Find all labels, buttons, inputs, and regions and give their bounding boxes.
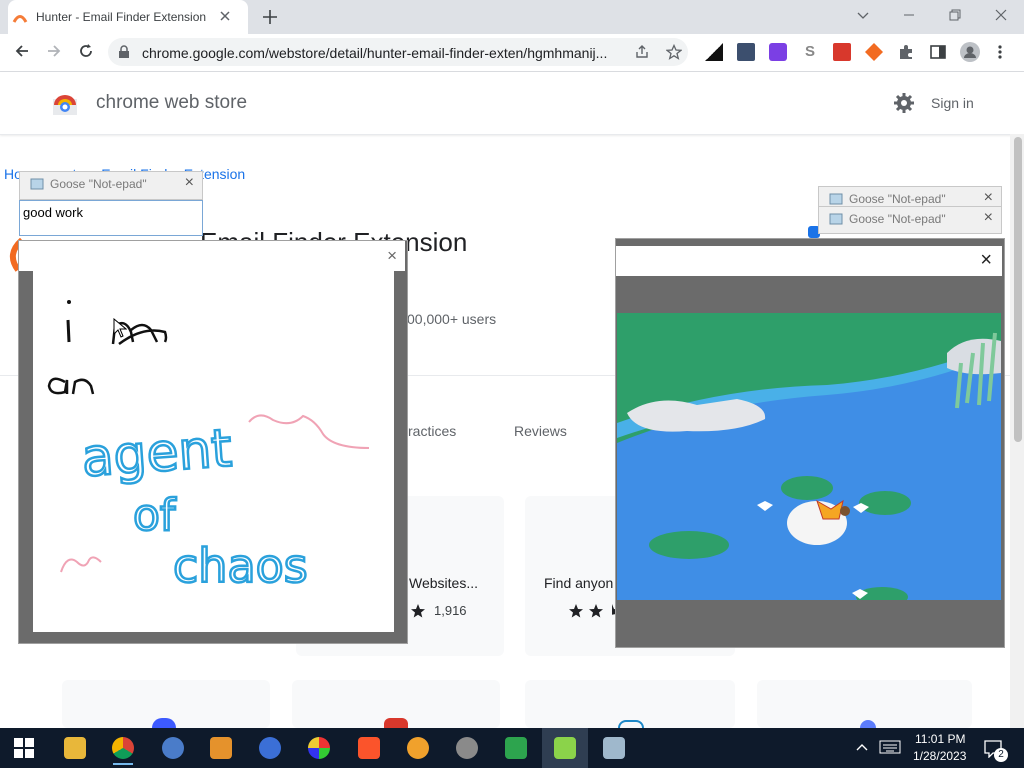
drawing-window-titlebar[interactable]: × xyxy=(19,241,405,271)
pond-image xyxy=(617,313,1001,600)
notepad-icon xyxy=(30,177,44,191)
plus-icon xyxy=(263,10,277,24)
close-icon[interactable]: × xyxy=(984,209,993,227)
close-icon[interactable]: × xyxy=(387,246,397,266)
extension-red-icon[interactable] xyxy=(833,43,851,61)
back-icon[interactable] xyxy=(13,42,31,60)
drawing-stroke xyxy=(66,319,71,343)
app-icon[interactable] xyxy=(456,737,478,759)
store-title[interactable]: chrome web store xyxy=(96,92,247,114)
new-tab-button[interactable] xyxy=(260,7,280,27)
card-title[interactable]: Websites... xyxy=(409,575,478,591)
notepad-title: Goose "Not-epad" xyxy=(50,177,147,191)
lock-icon[interactable] xyxy=(118,45,130,59)
app-icon[interactable] xyxy=(210,737,232,759)
profile-avatar-icon[interactable] xyxy=(960,42,980,62)
notepad-title: Goose "Not-epad" xyxy=(849,212,946,226)
url-text[interactable]: chrome.google.com/webstore/detail/hunter… xyxy=(142,45,607,61)
notepad-app-icon[interactable] xyxy=(603,737,625,759)
sign-in-link[interactable]: Sign in xyxy=(931,95,974,111)
goose-notepad-titlebar[interactable]: Goose "Not-epad" × xyxy=(19,171,203,200)
notification-badge: 2 xyxy=(994,748,1008,762)
hunter-favicon-icon xyxy=(12,9,28,25)
extensions-puzzle-icon[interactable] xyxy=(897,43,915,61)
notepad-text[interactable]: good work xyxy=(23,205,83,220)
goose-notepad-titlebar[interactable]: Goose "Not-epad" × xyxy=(818,206,1002,234)
active-app-indicator xyxy=(113,763,133,765)
clock-time[interactable]: 11:01 PM xyxy=(915,732,965,746)
star-icon xyxy=(410,603,426,619)
share-icon[interactable] xyxy=(634,44,650,60)
card-logo-icon xyxy=(384,718,408,728)
close-icon[interactable]: × xyxy=(980,249,992,272)
extension-v-icon[interactable] xyxy=(769,43,787,61)
windows-start-icon[interactable] xyxy=(14,738,34,758)
bookmark-star-icon[interactable] xyxy=(666,44,682,60)
app-icon[interactable] xyxy=(505,737,527,759)
tab-search-icon[interactable] xyxy=(855,7,871,23)
brave-icon[interactable] xyxy=(358,737,380,759)
chevron-up-icon[interactable] xyxy=(855,742,869,752)
app-icon[interactable] xyxy=(407,737,429,759)
chromium-icon[interactable] xyxy=(259,737,281,759)
tab-reviews[interactable]: Reviews xyxy=(514,423,567,439)
notepad-icon xyxy=(829,192,843,206)
drawing-stroke xyxy=(248,414,370,449)
app-icon[interactable] xyxy=(308,737,330,759)
drawing-stroke xyxy=(47,377,95,395)
drawing-canvas: agent of chaos i man xyxy=(33,270,394,632)
rating-count: 1,916 xyxy=(434,603,467,618)
card-logo-icon xyxy=(618,720,644,728)
drawing-stroke xyxy=(67,300,71,304)
tab-close-icon[interactable] xyxy=(218,9,232,23)
restore-button[interactable] xyxy=(947,7,963,23)
tab-title: Hunter - Email Finder Extension xyxy=(36,10,207,24)
card-logo-icon xyxy=(152,718,176,728)
star-rating-icon xyxy=(568,603,616,619)
app-icon[interactable] xyxy=(162,737,184,759)
drawing-word: of xyxy=(133,490,177,541)
image-window-titlebar[interactable]: × xyxy=(616,246,1002,276)
clock-date[interactable]: 1/28/2023 xyxy=(913,749,966,763)
goose-app-icon[interactable] xyxy=(554,737,576,759)
scrollbar-thumb[interactable] xyxy=(1014,137,1022,442)
drawing-stroke xyxy=(60,556,102,573)
minimize-button[interactable] xyxy=(901,7,917,23)
gear-icon[interactable] xyxy=(893,92,915,114)
kebab-menu-icon[interactable] xyxy=(996,44,1004,60)
mouse-cursor-icon xyxy=(113,318,127,338)
extension-calculator-icon[interactable] xyxy=(737,43,755,61)
reload-icon[interactable] xyxy=(77,42,95,60)
notepad-title: Goose "Not-epad" xyxy=(849,192,946,206)
chrome-web-store-logo-icon[interactable] xyxy=(52,91,78,115)
keyboard-icon[interactable] xyxy=(879,740,901,754)
file-explorer-icon[interactable] xyxy=(64,737,86,759)
close-icon[interactable]: × xyxy=(185,174,194,192)
notepad-textarea[interactable]: good work xyxy=(19,200,203,236)
close-window-button[interactable] xyxy=(993,7,1009,23)
extension-s-icon[interactable]: S xyxy=(801,43,819,61)
side-panel-icon[interactable] xyxy=(929,43,947,61)
drawing-word: chaos xyxy=(173,539,308,593)
close-icon[interactable]: × xyxy=(984,189,993,207)
chrome-icon[interactable] xyxy=(112,737,134,759)
tab-privacy-practices[interactable]: ractices xyxy=(408,423,456,439)
card-title[interactable]: Find anyon xyxy=(544,575,613,591)
drawing-word: agent xyxy=(80,419,234,489)
user-count: 00,000+ users xyxy=(407,311,497,327)
forward-icon[interactable] xyxy=(45,42,63,60)
notepad-icon xyxy=(829,212,843,226)
